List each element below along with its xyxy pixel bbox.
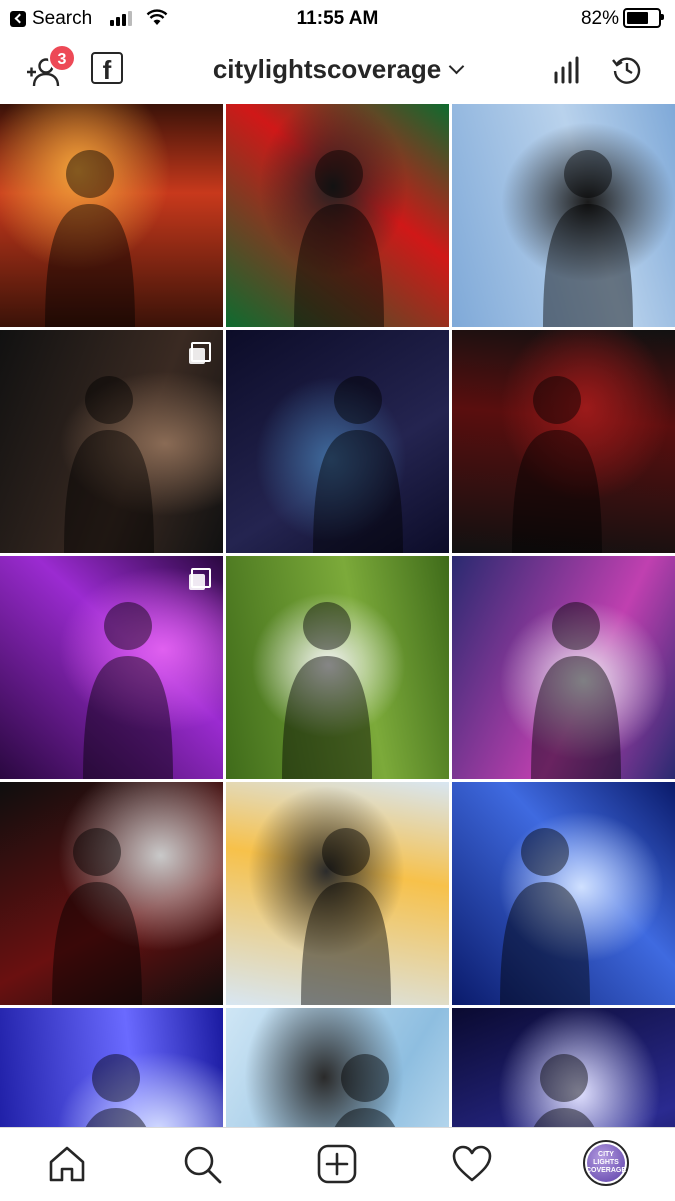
- grid-post-two-guitarists-laughing[interactable]: [0, 782, 223, 1005]
- grid-post-country-singer-blue-sky[interactable]: [452, 104, 675, 327]
- activity-heart-icon[interactable]: [450, 1142, 494, 1186]
- avatar-text: CITY LIGHTS COVERAGE: [586, 1144, 626, 1182]
- photo-subject: [512, 376, 602, 553]
- status-bar: Search 11:55 AM 82%: [0, 0, 675, 36]
- grid-post-singer-bright-stage[interactable]: [226, 1008, 449, 1127]
- profile-avatar[interactable]: CITY LIGHTS COVERAGE: [583, 1140, 629, 1186]
- grid-post-tattooed-vocalist[interactable]: [0, 330, 223, 553]
- grid-post-guitarist-blue-smoke[interactable]: [452, 782, 675, 1005]
- search-icon[interactable]: [180, 1142, 224, 1186]
- photo-subject: [282, 602, 372, 779]
- photo-subject: [52, 828, 142, 1005]
- photo-subject: [500, 828, 590, 1005]
- battery-icon: [623, 8, 664, 28]
- chevron-down-icon[interactable]: [448, 58, 465, 75]
- photo-subject: [531, 602, 621, 779]
- photo-subject: [45, 150, 135, 327]
- bottom-tab-bar: CITY LIGHTS COVERAGE: [0, 1127, 675, 1201]
- grid-post-guitarist-all-time-low-banner[interactable]: [452, 330, 675, 553]
- multiple-photos-icon: [189, 342, 211, 364]
- photo-subject: [543, 150, 633, 327]
- grid-post-singer-red-green-backdrop[interactable]: [226, 104, 449, 327]
- grid-post-woman-sunflower-portrait[interactable]: [226, 556, 449, 779]
- photo-grid: [0, 104, 675, 1127]
- grid-post-blond-singer-dark-stage[interactable]: [452, 1008, 675, 1127]
- photo-subject: [533, 1054, 595, 1127]
- photo-subject: [301, 828, 391, 1005]
- username[interactable]: citylightscoverage: [213, 54, 441, 84]
- grid-post-guitarist-purple-lights[interactable]: [0, 556, 223, 779]
- profile-header: 3 f citylightscoverage: [0, 36, 675, 104]
- home-icon[interactable]: [45, 1142, 89, 1186]
- history-icon[interactable]: [611, 54, 643, 86]
- grid-post-trombone-and-guitar-duo[interactable]: [452, 556, 675, 779]
- grid-post-drummer-rainbow-flare[interactable]: [226, 782, 449, 1005]
- grid-post-keyboardist-blue-light[interactable]: [0, 1008, 223, 1127]
- insights-icon[interactable]: [553, 56, 581, 84]
- grid-post-singer-baseball-cap[interactable]: [226, 330, 449, 553]
- grid-post-concert-guitarist-cowboy-hat[interactable]: [0, 104, 223, 327]
- multiple-photos-icon: [189, 568, 211, 590]
- photo-subject: [85, 1054, 147, 1127]
- clock: 11:55 AM: [296, 8, 379, 29]
- battery-percentage: 82%: [580, 8, 619, 29]
- add-post-icon[interactable]: [315, 1142, 359, 1186]
- photo-subject: [294, 150, 384, 327]
- photo-subject: [313, 376, 403, 553]
- photo-subject: [334, 1054, 396, 1127]
